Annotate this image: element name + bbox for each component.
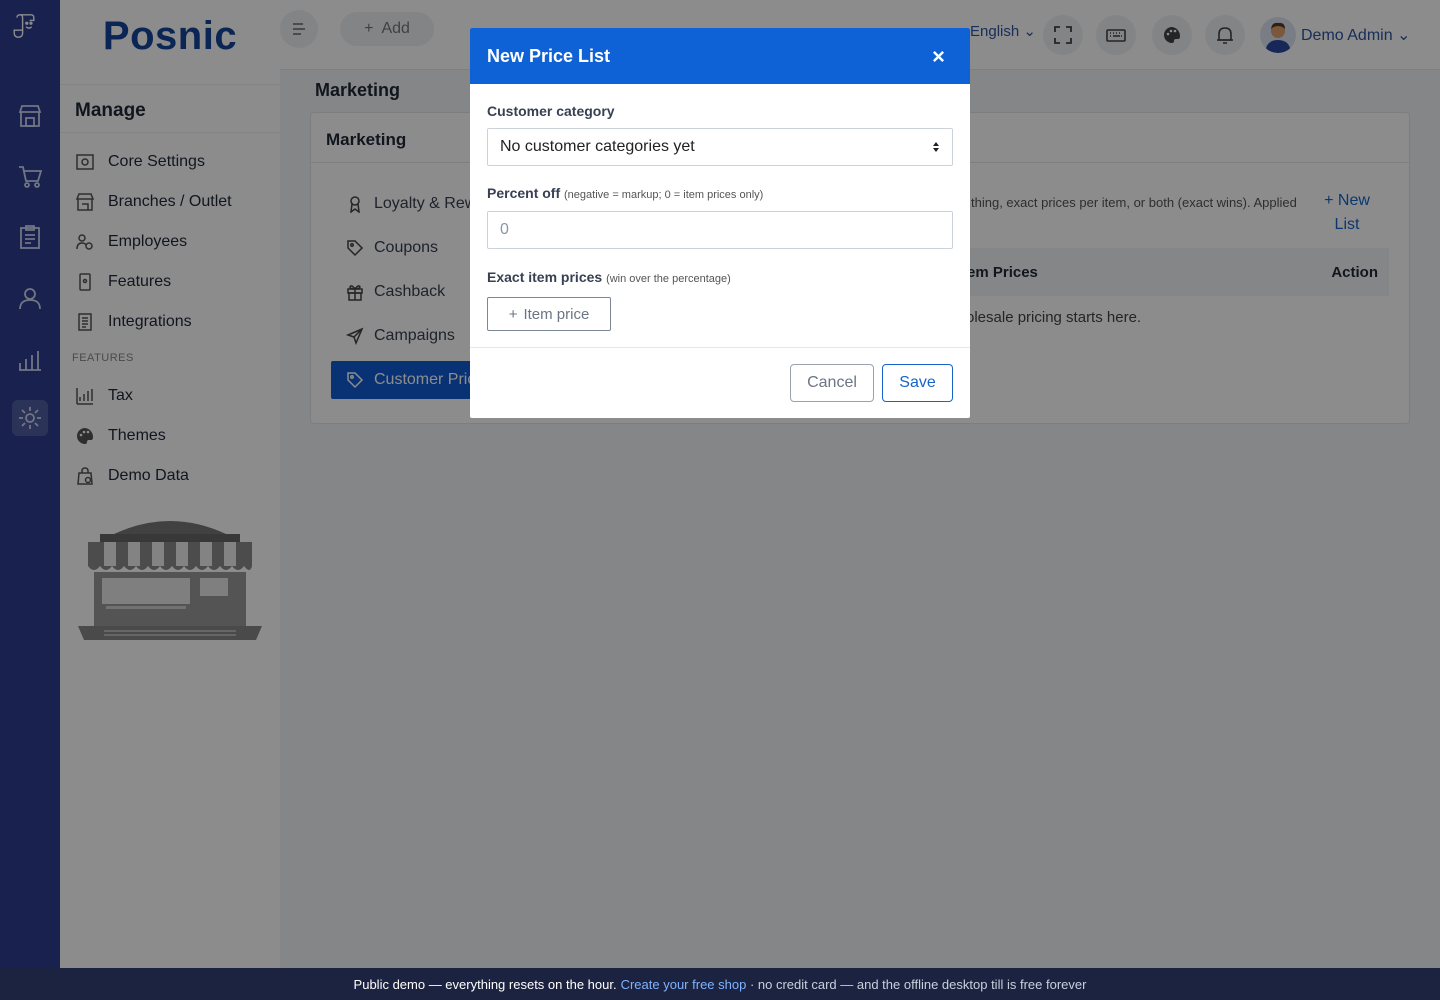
save-button[interactable]: Save bbox=[882, 364, 953, 402]
new-price-list-modal: New Price List Customer category No cust… bbox=[470, 28, 970, 418]
close-button[interactable] bbox=[926, 44, 950, 68]
field-hint: (win over the percentage) bbox=[606, 273, 731, 285]
modal-title: New Price List bbox=[487, 46, 611, 66]
divider bbox=[470, 347, 970, 348]
field-label: Percent off bbox=[487, 185, 561, 201]
select-arrows-icon bbox=[933, 142, 939, 152]
select-value: No customer categories yet bbox=[500, 138, 695, 155]
field-hint: (negative = markup; 0 = item prices only… bbox=[564, 189, 764, 201]
field-label: Exact item prices bbox=[487, 269, 603, 285]
customer-category-label: Customer category bbox=[487, 103, 615, 119]
create-shop-link[interactable]: Create your free shop bbox=[621, 977, 747, 992]
demo-footer-bar: Public demo — everything resets on the h… bbox=[0, 968, 1440, 1000]
plus-icon: + bbox=[508, 305, 518, 323]
footer-text-suffix: · no credit card — and the offline deskt… bbox=[746, 977, 1086, 992]
add-item-price-button[interactable]: + Item price bbox=[487, 297, 611, 331]
footer-text: Public demo — everything resets on the h… bbox=[353, 976, 617, 992]
field-label: Customer category bbox=[487, 103, 615, 119]
percent-off-input[interactable] bbox=[487, 211, 953, 249]
percent-off-label: Percent off (negative = markup; 0 = item… bbox=[487, 185, 763, 201]
customer-category-select[interactable]: No customer categories yet bbox=[487, 128, 953, 166]
modal-header: New Price List bbox=[470, 28, 970, 84]
close-icon bbox=[932, 50, 944, 62]
cancel-button[interactable]: Cancel bbox=[790, 364, 874, 402]
button-label: Item price bbox=[523, 305, 590, 323]
exact-item-prices-label: Exact item prices (win over the percenta… bbox=[487, 269, 731, 285]
footer-suffix-text: · no credit card — and the offline deskt… bbox=[749, 976, 1087, 992]
